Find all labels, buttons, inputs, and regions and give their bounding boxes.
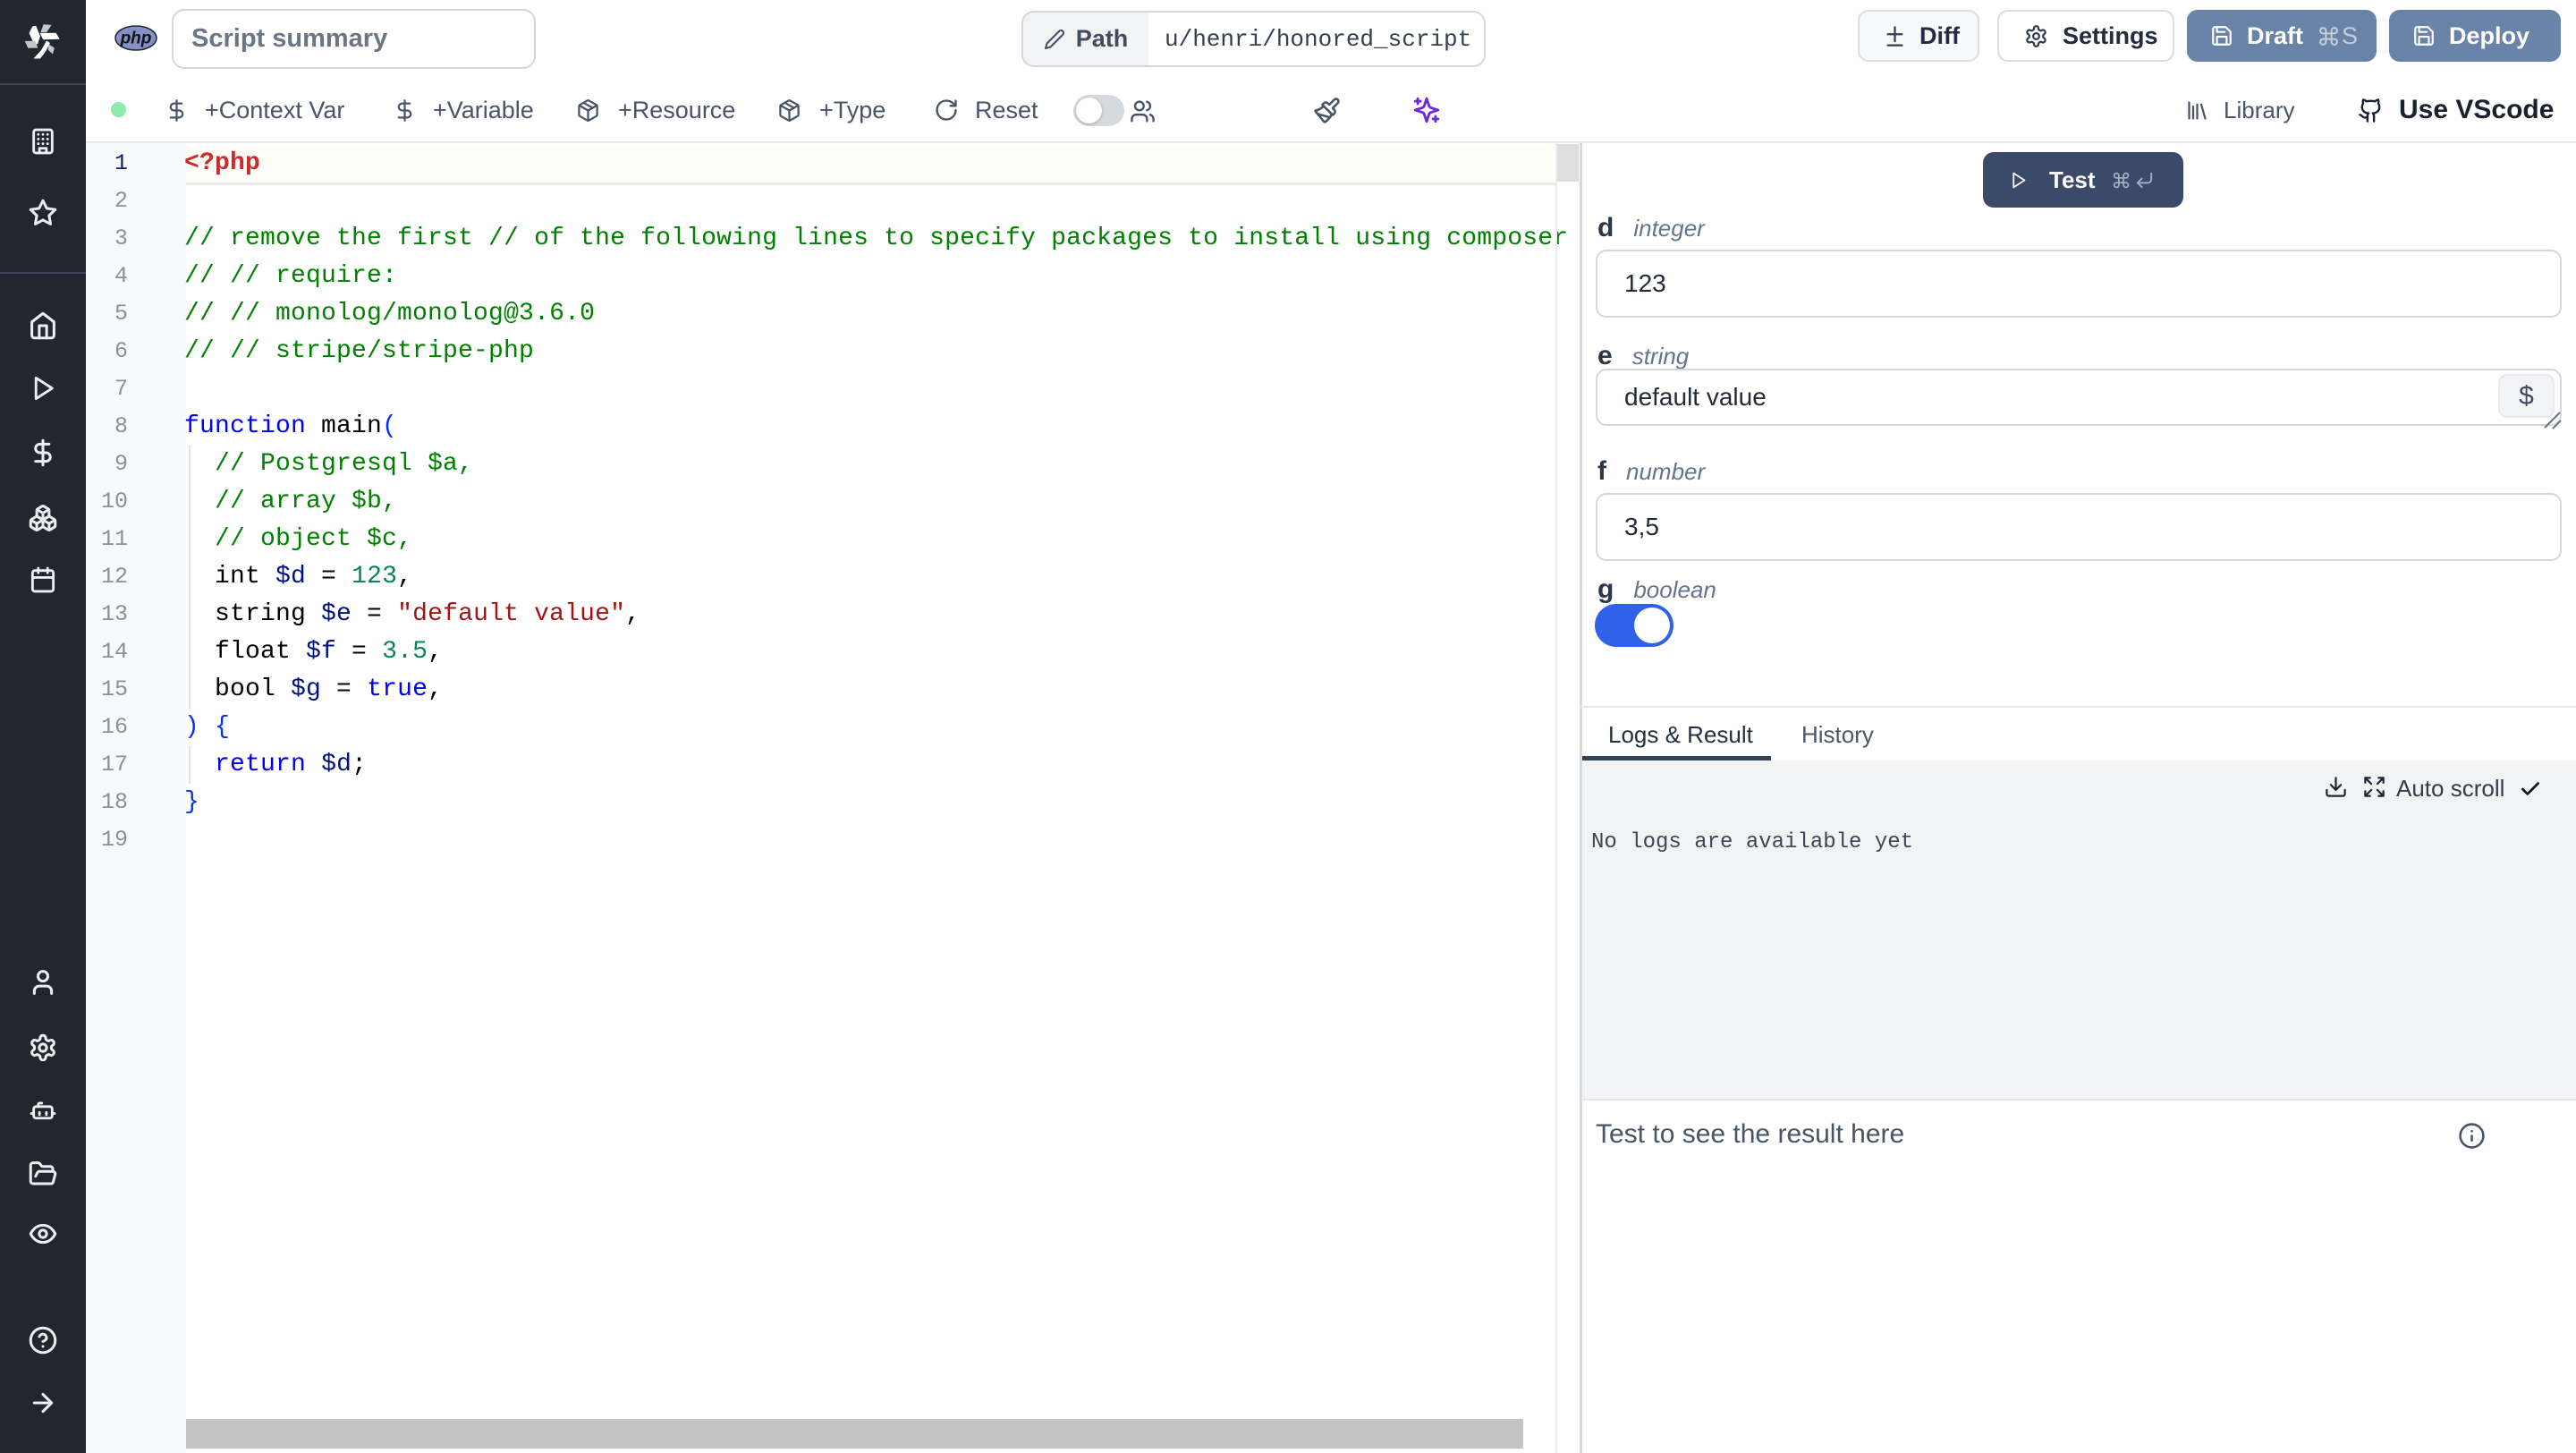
svg-text:php: php (120, 30, 152, 48)
